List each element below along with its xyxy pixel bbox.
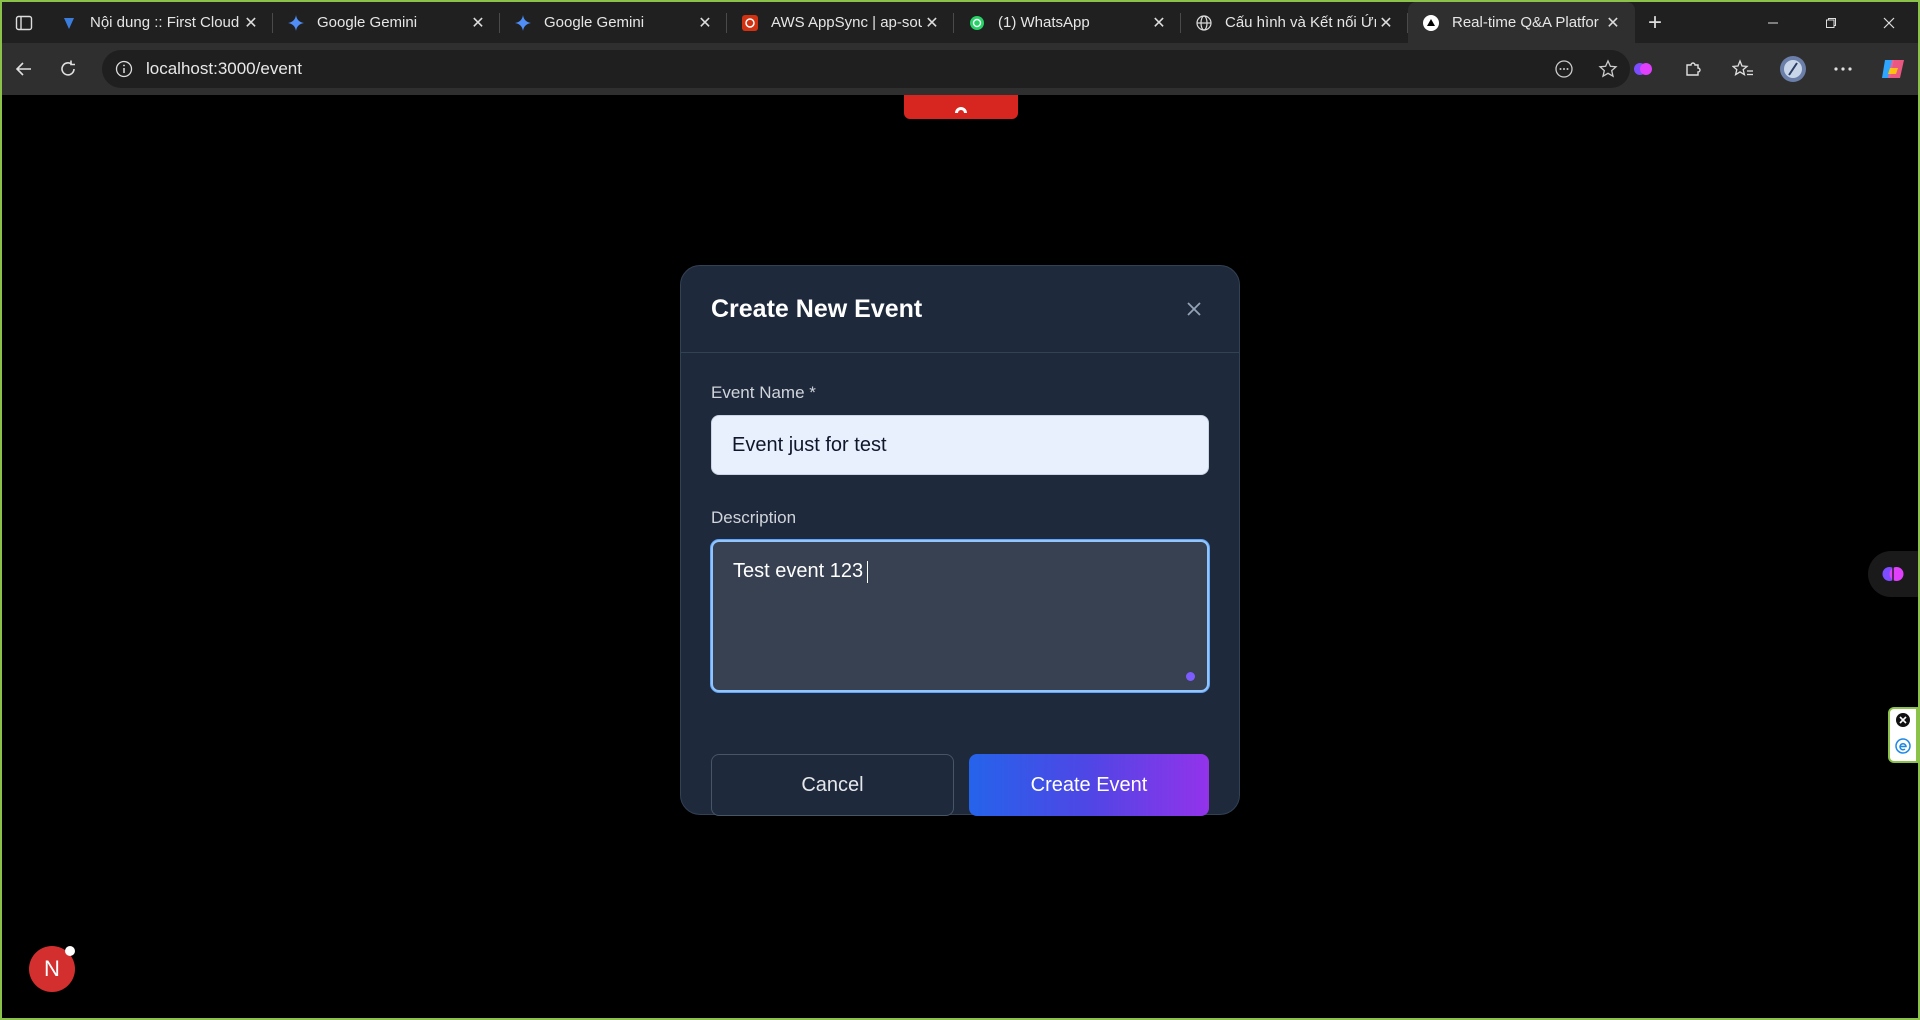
globe-icon — [1195, 14, 1213, 32]
side-assistant-button[interactable] — [1868, 551, 1918, 597]
tab-title: AWS AppSync | ap-sou — [771, 14, 922, 31]
minimize-button[interactable] — [1744, 2, 1802, 43]
modal-actions: Cancel Create Event — [711, 754, 1209, 816]
event-name-field[interactable]: Event just for test — [711, 415, 1209, 475]
tab-close-icon[interactable]: ✕ — [241, 13, 261, 33]
favorites-icon — [1732, 59, 1753, 76]
more-horizontal-icon — [1834, 67, 1852, 71]
create-event-button[interactable]: Create Event — [969, 754, 1209, 816]
tab-close-icon[interactable]: ✕ — [922, 13, 942, 33]
gemini-icon — [287, 14, 305, 32]
vercel-triangle-icon — [1422, 14, 1440, 32]
copilot-button[interactable] — [1868, 49, 1918, 89]
restore-icon — [1826, 17, 1836, 28]
browser-tab[interactable]: Google Gemini ✕ — [273, 2, 500, 43]
dev-badge-letter: N — [44, 956, 60, 981]
whatsapp-icon — [968, 14, 986, 32]
brain-icon — [1882, 567, 1904, 581]
grammar-assist-dot[interactable] — [1186, 672, 1195, 681]
aws-appsync-icon — [741, 14, 759, 32]
brain-extension-button[interactable] — [1618, 49, 1668, 89]
new-tab-button[interactable]: + — [1635, 2, 1675, 43]
browser-tab[interactable]: Nội dung :: First Cloud ✕ — [46, 2, 273, 43]
restore-button[interactable] — [1802, 2, 1860, 43]
copilot-icon — [1882, 60, 1904, 78]
tab-close-icon[interactable]: ✕ — [1603, 13, 1623, 33]
tab-close-icon[interactable]: ✕ — [1376, 13, 1396, 33]
side-extension-panel — [1888, 707, 1918, 763]
site-info-icon[interactable] — [114, 59, 134, 79]
modal-header: Create New Event — [681, 266, 1239, 353]
edge-e-icon[interactable] — [1895, 737, 1911, 759]
recording-indicator[interactable] — [904, 95, 1018, 119]
tab-title: Real-time Q&A Platfor — [1452, 14, 1599, 31]
extensions-button[interactable] — [1668, 49, 1718, 89]
notification-dot — [65, 946, 75, 956]
modal-title: Create New Event — [711, 294, 923, 323]
create-event-modal: Create New Event Event Name * Event just… — [680, 265, 1240, 816]
minimize-icon — [1768, 22, 1778, 23]
url-text[interactable]: localhost:3000/event — [146, 59, 1542, 79]
modal-close-button[interactable] — [1179, 294, 1209, 324]
text-caret — [867, 560, 869, 583]
reload-button[interactable] — [46, 49, 90, 89]
puzzle-icon — [1686, 62, 1701, 76]
page-viewport: Create New Event Event Name * Event just… — [2, 95, 1918, 1018]
browser-toolbar: localhost:3000/event — [2, 43, 1918, 95]
nextjs-dev-badge[interactable]: N — [29, 946, 75, 992]
close-window-button[interactable] — [1860, 2, 1918, 43]
plus-icon: + — [1647, 8, 1662, 36]
close-icon — [1883, 17, 1895, 28]
close-icon — [1187, 302, 1201, 316]
modal-body: Event Name * Event just for test Descrip… — [681, 353, 1239, 692]
gemini-icon — [514, 14, 532, 32]
browser-tab[interactable]: (1) WhatsApp ✕ — [954, 2, 1181, 43]
browser-tab-active[interactable]: Real-time Q&A Platfor ✕ — [1408, 2, 1635, 43]
reload-icon — [61, 60, 75, 76]
cancel-button[interactable]: Cancel — [711, 754, 954, 816]
description-group: Description Test event 123 — [711, 508, 1209, 692]
arch-icon — [955, 107, 967, 113]
arrow-left-icon — [15, 62, 31, 76]
sidebar-toggle-icon — [15, 15, 33, 30]
profile-button[interactable] — [1768, 49, 1818, 89]
tab-close-icon[interactable]: ✕ — [1149, 13, 1169, 33]
tab-close-icon[interactable]: ✕ — [468, 13, 488, 33]
browser-tab[interactable]: Cấu hình và Kết nối Ứn ✕ — [1181, 2, 1408, 43]
firstcloud-icon — [60, 14, 78, 32]
browser-tab[interactable]: Google Gemini ✕ — [500, 2, 727, 43]
more-menu-button[interactable] — [1818, 49, 1868, 89]
back-button[interactable] — [2, 49, 46, 89]
favorites-button[interactable] — [1718, 49, 1768, 89]
reader-options-icon[interactable] — [1542, 50, 1586, 88]
tab-title: Cấu hình và Kết nối Ứn — [1225, 14, 1376, 31]
description-label: Description — [711, 508, 797, 527]
tab-close-icon[interactable]: ✕ — [695, 13, 715, 33]
browser-tab[interactable]: AWS AppSync | ap-sou ✕ — [727, 2, 954, 43]
event-name-label: Event Name * — [711, 383, 816, 402]
toolbar-right-actions — [1618, 49, 1918, 89]
tab-actions-button[interactable] — [2, 2, 46, 43]
description-text: Test event 123 — [733, 560, 864, 582]
close-circle-icon[interactable] — [1895, 712, 1911, 733]
tab-title: (1) WhatsApp — [998, 14, 1090, 31]
window-controls — [1744, 2, 1918, 43]
description-textarea[interactable]: Test event 123 — [711, 540, 1209, 692]
tab-title: Nội dung :: First Cloud — [90, 14, 240, 31]
browser-tab-strip: Nội dung :: First Cloud ✕ Google Gemini … — [2, 2, 1918, 43]
tab-title: Google Gemini — [544, 14, 645, 31]
address-bar[interactable]: localhost:3000/event — [102, 50, 1630, 88]
tab-title: Google Gemini — [317, 14, 418, 31]
avatar — [1780, 56, 1806, 82]
brain-icon — [1634, 63, 1652, 75]
